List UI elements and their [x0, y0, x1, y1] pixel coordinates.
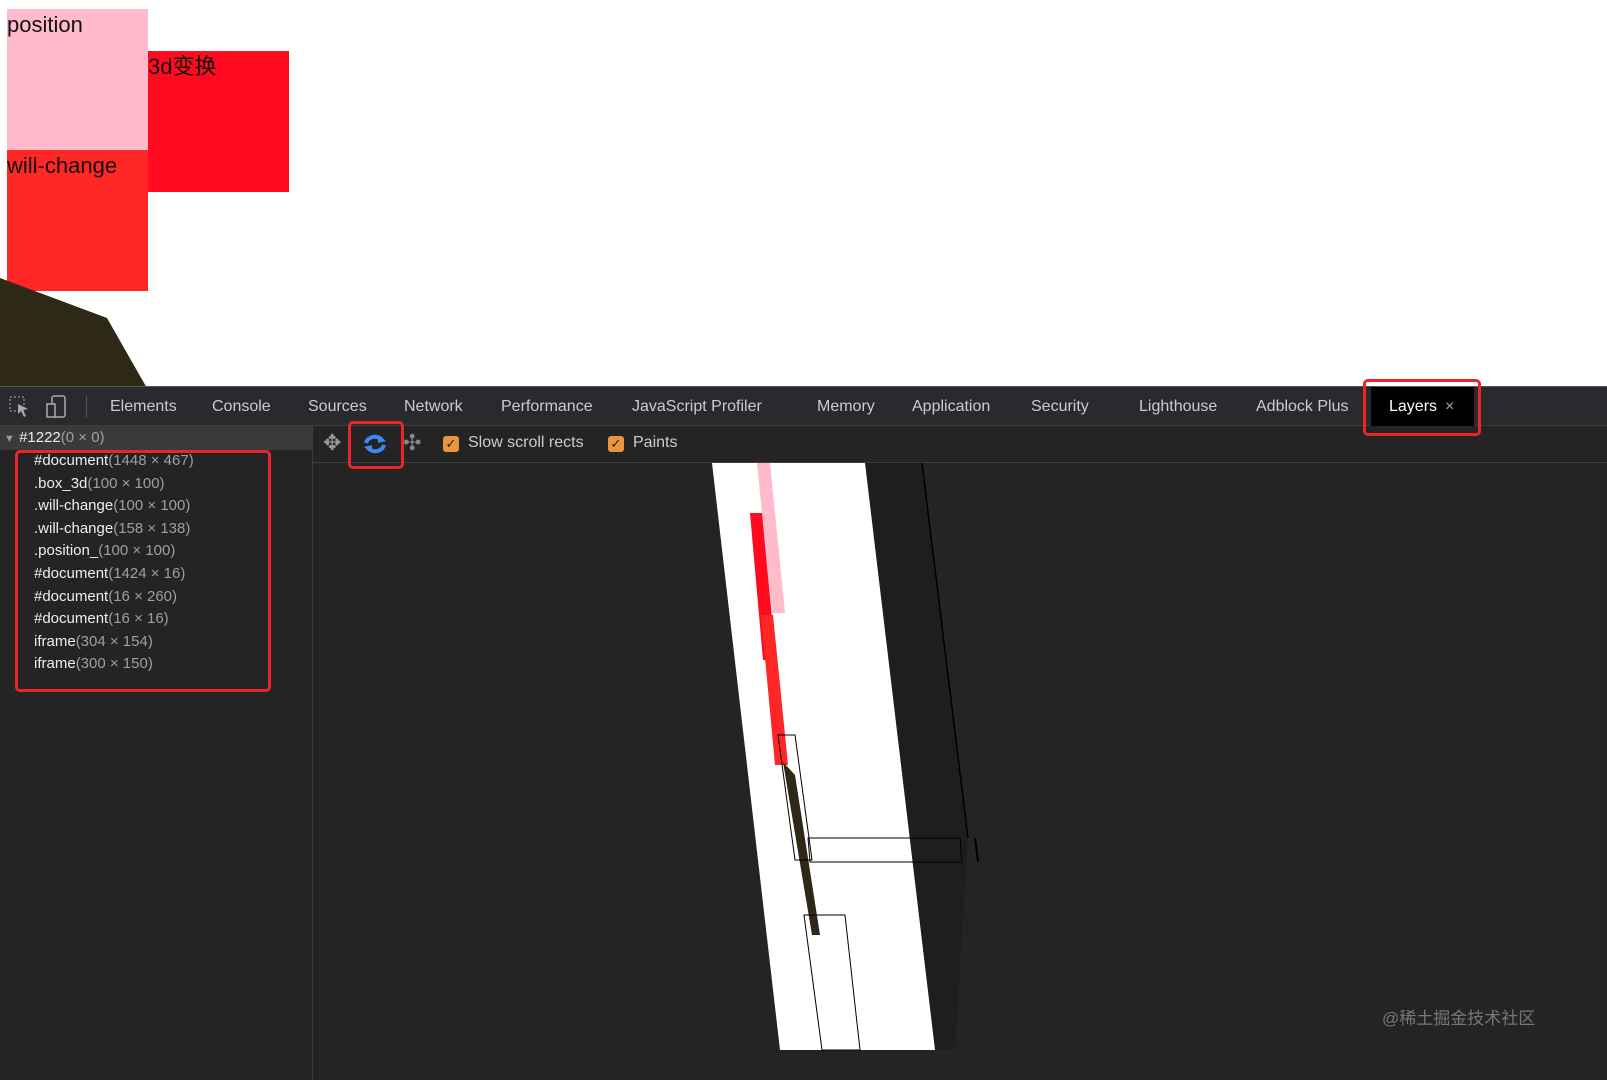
pan-icon[interactable]: ✥ — [323, 430, 341, 456]
devtools-tabbar: Elements Console Sources Network Perform… — [0, 379, 1607, 436]
tab-javascript-profiler[interactable]: JavaScript Profiler — [632, 387, 762, 426]
device-toolbar-icon[interactable] — [46, 395, 68, 419]
tab-memory[interactable]: Memory — [817, 387, 875, 426]
tab-console[interactable]: Console — [212, 387, 271, 426]
highlight-box — [348, 421, 404, 469]
reset-transform-icon[interactable]: ✣ — [403, 430, 421, 456]
paints-checkbox[interactable]: ✓ — [608, 436, 624, 452]
layers-toolbar: ✥ ✣ ✓ Slow scroll rects ✓ Paints — [313, 421, 1607, 469]
tab-security[interactable]: Security — [1031, 387, 1089, 426]
tab-elements[interactable]: Elements — [110, 387, 177, 426]
web-page: position 3d变换 will-change — [0, 0, 1607, 386]
layers-3d-viewport[interactable] — [313, 463, 1607, 1080]
layer-dims: (0 × 0) — [60, 429, 105, 446]
tab-lighthouse[interactable]: Lighthouse — [1139, 387, 1217, 426]
layers-tree: ▼ #1222(0 × 0) #document(1448 × 467) .box… — [0, 426, 313, 1080]
slow-scroll-rects-checkbox[interactable]: ✓ — [443, 436, 459, 452]
inspect-element-icon[interactable] — [9, 396, 31, 418]
tab-performance[interactable]: Performance — [501, 387, 593, 426]
devtools-panel: Elements Console Sources Network Perform… — [0, 379, 1607, 1080]
layer-name: #1222 — [19, 429, 61, 446]
divider — [86, 396, 87, 418]
paints-label: Paints — [633, 434, 678, 451]
triangle-down-icon[interactable]: ▼ — [4, 433, 15, 445]
tab-adblock-plus[interactable]: Adblock Plus — [1256, 387, 1349, 426]
layer-root[interactable]: ▼ #1222(0 × 0) — [0, 426, 312, 450]
highlight-box — [15, 450, 271, 692]
slow-scroll-rects-label: Slow scroll rects — [468, 434, 584, 451]
tab-application[interactable]: Application — [912, 387, 990, 426]
dark-shape — [0, 278, 146, 386]
watermark: @稀土掘金技术社区 — [1382, 1009, 1536, 1028]
tab-network[interactable]: Network — [404, 387, 463, 426]
